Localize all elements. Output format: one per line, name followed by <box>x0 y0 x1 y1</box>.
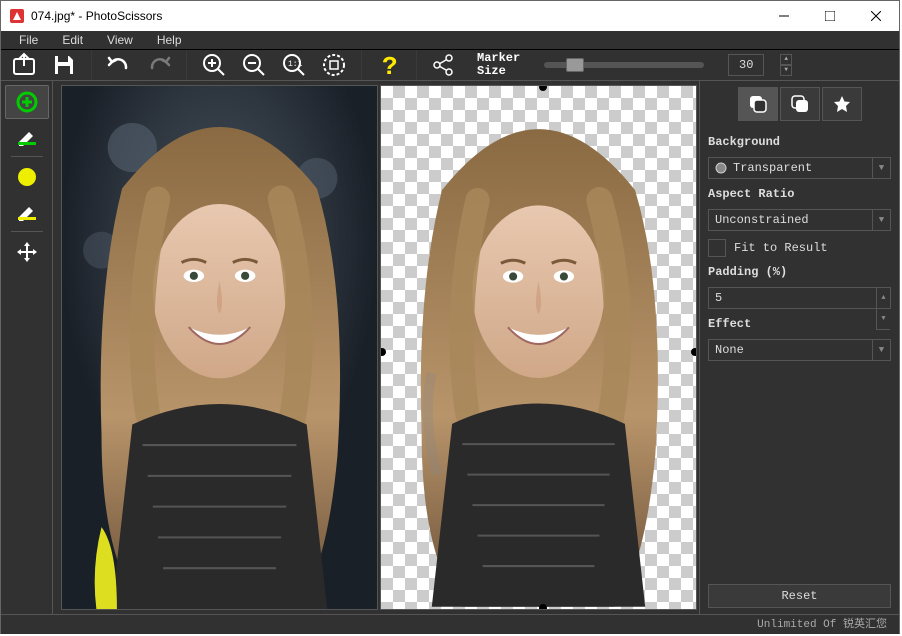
zoom-actual-icon[interactable]: 1:1 <box>281 52 307 78</box>
app-icon <box>9 8 25 24</box>
effect-value: None <box>715 343 744 357</box>
background-select[interactable]: Transparent ▼ <box>708 157 891 179</box>
help-icon[interactable]: ? <box>376 52 402 78</box>
fit-label: Fit to Result <box>734 241 828 255</box>
padding-input[interactable]: 5 ▲▼ <box>708 287 891 309</box>
marker-size-label: Size <box>477 65 520 78</box>
effect-select[interactable]: None ▼ <box>708 339 891 361</box>
zoom-fit-icon[interactable] <box>321 52 347 78</box>
erase-background-tool[interactable] <box>5 194 49 228</box>
chevron-down-icon: ▼ <box>872 158 890 178</box>
redo-icon[interactable] <box>146 52 172 78</box>
tab-foreground[interactable] <box>780 87 820 121</box>
chevron-down-icon: ▼ <box>872 210 890 230</box>
reset-button[interactable]: Reset <box>708 584 891 608</box>
share-icon[interactable] <box>431 52 457 78</box>
titlebar: 074.jpg* - PhotoScissors <box>1 1 899 31</box>
move-tool[interactable] <box>5 235 49 269</box>
tab-background[interactable] <box>738 87 778 121</box>
padding-label: Padding (%) <box>708 265 891 279</box>
marker-size-slider[interactable] <box>544 62 704 68</box>
window-title: 074.jpg* - PhotoScissors <box>31 9 761 23</box>
effect-label: Effect <box>708 317 891 331</box>
minimize-button[interactable] <box>761 1 807 31</box>
background-value: Transparent <box>733 161 812 175</box>
toolbar: 1:1 ? Marker Size 30 ▲ ▼ <box>1 50 899 81</box>
save-icon[interactable] <box>51 52 77 78</box>
open-icon[interactable] <box>11 52 37 78</box>
result-pane[interactable] <box>380 85 697 610</box>
menu-file[interactable]: File <box>7 31 50 49</box>
marker-size-down[interactable]: ▼ <box>780 65 792 76</box>
statusbar: Unlimited Of 锐英汇您 <box>1 614 899 634</box>
menu-edit[interactable]: Edit <box>50 31 95 49</box>
chevron-down-icon: ▼ <box>872 340 890 360</box>
add-background-tool[interactable] <box>5 160 49 194</box>
maximize-button[interactable] <box>807 1 853 31</box>
slider-thumb[interactable] <box>566 58 584 72</box>
left-toolbar <box>1 81 53 614</box>
marker-size-up[interactable]: ▲ <box>780 54 792 65</box>
aspect-value: Unconstrained <box>715 213 809 227</box>
svg-text:?: ? <box>382 52 398 78</box>
undo-icon[interactable] <box>106 52 132 78</box>
aspect-select[interactable]: Unconstrained ▼ <box>708 209 891 231</box>
source-pane[interactable] <box>61 85 378 610</box>
zoom-in-icon[interactable] <box>201 52 227 78</box>
svg-text:1:1: 1:1 <box>288 60 303 69</box>
close-button[interactable] <box>853 1 899 31</box>
aspect-label: Aspect Ratio <box>708 187 891 201</box>
erase-foreground-tool[interactable] <box>5 119 49 153</box>
menu-help[interactable]: Help <box>145 31 194 49</box>
menubar: File Edit View Help <box>1 31 899 50</box>
fit-checkbox[interactable] <box>708 239 726 257</box>
tab-favorites[interactable] <box>822 87 862 121</box>
background-label: Background <box>708 135 891 149</box>
padding-down[interactable]: ▼ <box>876 309 890 330</box>
padding-value: 5 <box>715 291 722 305</box>
padding-up[interactable]: ▲ <box>876 288 890 309</box>
right-panel: Background Transparent ▼ Aspect Ratio Un… <box>699 81 899 614</box>
menu-view[interactable]: View <box>95 31 145 49</box>
zoom-out-icon[interactable] <box>241 52 267 78</box>
marker-size-value[interactable]: 30 <box>728 54 764 76</box>
add-foreground-tool[interactable] <box>5 85 49 119</box>
